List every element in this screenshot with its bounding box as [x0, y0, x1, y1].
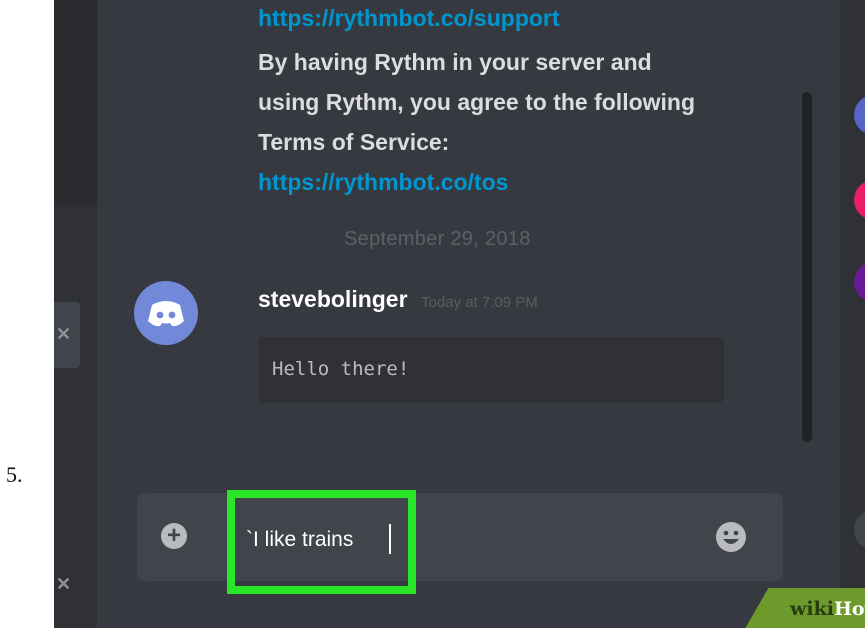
emoji-icon[interactable] [715, 521, 747, 553]
discord-logo-icon [148, 301, 184, 327]
terms-text-line: Terms of Service: [258, 129, 450, 155]
date-divider: September 29, 2018 [344, 228, 531, 250]
text-caret [389, 524, 391, 554]
member-list [840, 0, 865, 628]
member-avatar[interactable] [854, 95, 865, 135]
member-avatar[interactable] [854, 262, 865, 302]
discord-window: ✕ ✕ https://rythmbot.co/support By havin… [54, 0, 865, 628]
plus-icon[interactable]: + [161, 523, 187, 549]
support-link[interactable]: https://rythmbot.co/support [258, 2, 560, 34]
avatar[interactable] [134, 281, 198, 345]
code-block: Hello there! [258, 337, 724, 403]
close-icon[interactable]: ✕ [56, 324, 71, 345]
chat-scrollbar[interactable] [802, 92, 812, 442]
wikihow-logo: wikiHow [790, 598, 865, 620]
code-text: Hello there! [272, 358, 410, 380]
terms-text-line: using Rythm, you agree to the following [258, 89, 696, 115]
channel-sidebar: ✕ ✕ [54, 0, 97, 628]
terms-text-line: By having Rythm in your server and [258, 49, 652, 75]
close-icon[interactable]: ✕ [56, 574, 71, 595]
member-avatar[interactable] [854, 180, 865, 220]
sidebar-top-panel [54, 0, 97, 205]
message-timestamp: Today at 7:09 PM [421, 294, 538, 311]
member-avatar[interactable] [854, 510, 865, 550]
message-input[interactable] [246, 520, 406, 560]
step-number: 5. [6, 462, 23, 487]
tos-link[interactable]: https://rythmbot.co/tos [258, 166, 508, 198]
message-author[interactable]: stevebolinger [258, 286, 408, 313]
wikihow-logo-how: How [833, 598, 865, 620]
wikihow-logo-wiki: wiki [790, 598, 834, 620]
